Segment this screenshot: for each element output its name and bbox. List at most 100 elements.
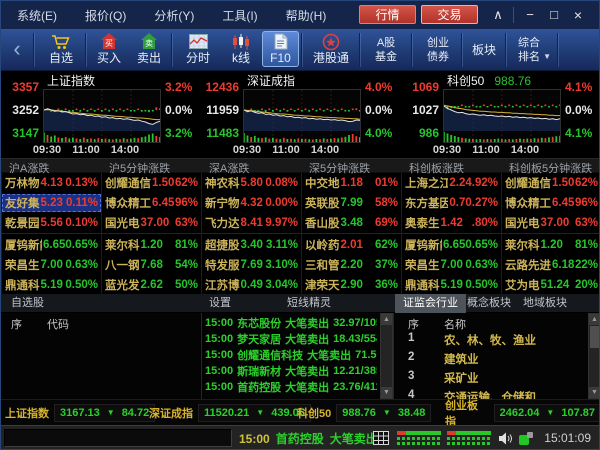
stock-row[interactable]: 奥泰生1.42.80% xyxy=(402,214,501,232)
toolbar-item-hk-connect[interactable]: 港股通 xyxy=(305,32,357,66)
stock-row[interactable]: 中交地1.1801% xyxy=(302,174,401,192)
stock-row[interactable]: 江苏博0.493.04% xyxy=(202,276,301,294)
stock-price: 37.00 xyxy=(541,217,570,229)
trade-button[interactable]: 交易 xyxy=(421,5,478,24)
scroll-up-icon[interactable]: ▲ xyxy=(589,314,600,325)
index-chart-group[interactable]: 上证指数3357325231473.2%0.0%3.2%09:3011:0014… xyxy=(1,71,201,158)
alert-row[interactable]: 15:00创耀通信科技大笔卖出71.50/345 xyxy=(205,347,377,363)
stock-row[interactable]: 厦钨新能6.650.65% xyxy=(402,236,501,254)
toolbar-item-buy[interactable]: 买 买入 xyxy=(89,32,129,66)
status-index-3[interactable]: 创业板指2462.04▼107.87 xyxy=(445,400,600,425)
maximize-icon[interactable]: □ xyxy=(543,4,565,26)
status-index-0[interactable]: 上证指数3167.13▼84.72 xyxy=(5,400,155,425)
index-chart-group[interactable]: 科创50988.76106910279864.1%0.0%4.1%09:3011… xyxy=(401,71,600,158)
toolbar-item-intraday[interactable]: 分时 xyxy=(177,32,219,66)
stock-row[interactable]: 飞力达8.419.97% xyxy=(202,214,301,232)
stock-row[interactable]: 云路先进6.1822% xyxy=(502,256,600,274)
stock-row[interactable]: 八一钢7.6854% xyxy=(102,256,201,274)
minimize-icon[interactable]: − xyxy=(519,4,541,26)
scrollbar[interactable]: ▲ ▼ xyxy=(380,313,393,399)
toolbar-item-astock-fund[interactable]: A股 基金 xyxy=(363,36,409,64)
stock-row[interactable]: 超捷股3.403.11% xyxy=(202,236,301,254)
stock-row[interactable]: 三和管2.2037% xyxy=(302,256,401,274)
scrollbar[interactable]: ▲ ▼ xyxy=(588,313,600,399)
toolbar-item-watchlist[interactable]: 自选 xyxy=(39,32,83,66)
stock-row[interactable]: 莱尔科1.2081% xyxy=(502,236,600,254)
stock-row[interactable]: 英联股7.9958% xyxy=(302,194,401,212)
menu-item-4[interactable]: 帮助(H) xyxy=(272,7,341,24)
stock-row[interactable]: 国光电37.0063% xyxy=(102,214,201,232)
tab-alerts[interactable]: 短线精灵 xyxy=(279,294,339,313)
menu-item-2[interactable]: 分析(Y) xyxy=(140,7,208,24)
stock-change: 62% xyxy=(375,239,398,251)
stock-row[interactable]: 博众精工6.4596% xyxy=(502,194,600,212)
stock-row[interactable]: 荣昌生7.000.63% xyxy=(402,256,501,274)
stock-row[interactable]: 创耀通信1.5062% xyxy=(102,174,201,192)
alert-row[interactable]: 15:00梦天家居大笔卖出18.43/554 xyxy=(205,331,377,347)
stock-row[interactable]: 乾景园5.560.10% xyxy=(2,214,101,232)
status-index-1[interactable]: 深证成指11520.21▼439.06 xyxy=(149,400,311,425)
stock-price: 1.20 xyxy=(141,239,163,251)
menu-item-0[interactable]: 系统(E) xyxy=(3,7,71,24)
stock-row[interactable]: 厦钨新能6.650.65% xyxy=(2,236,101,254)
stock-row[interactable]: 蓝光发2.6250% xyxy=(102,276,201,294)
scroll-down-icon[interactable]: ▼ xyxy=(381,387,392,398)
stock-row[interactable]: 特发服7.693.10% xyxy=(202,256,301,274)
stock-row[interactable]: 鼎通科5.190.50% xyxy=(402,276,501,294)
stock-row[interactable]: 万林物4.130.13% xyxy=(2,174,101,192)
tab-settings[interactable]: 设置 xyxy=(201,294,239,313)
scrollbar-thumb[interactable] xyxy=(590,326,599,348)
toolbar-item-chinext-bond[interactable]: 创业 债券 xyxy=(415,36,461,64)
pct-axis-label: 0.0% xyxy=(165,103,199,117)
toolbar-item-f10[interactable]: F10 xyxy=(262,31,299,67)
alert-row[interactable]: 15:00斯瑞新材大笔卖出12.21/385 xyxy=(205,363,377,379)
index-chart-group[interactable]: 深证成指1243611959114834.0%0.0%4.0%09:3011:0… xyxy=(201,71,401,158)
meter-red-segment xyxy=(447,431,456,435)
toolbar-label-line1: A股 xyxy=(363,36,409,50)
alert-row[interactable]: 15:00首药控股大笔卖出23.76/411 xyxy=(205,379,377,395)
tab-industry[interactable]: 证监会行业 xyxy=(395,294,466,313)
close-icon[interactable]: × xyxy=(567,4,589,26)
tab-watchlist[interactable]: 自选股 xyxy=(3,294,52,313)
back-icon[interactable]: ‹ xyxy=(5,37,29,63)
stock-row[interactable]: 荣昌生7.000.63% xyxy=(2,256,101,274)
industry-row[interactable]: 3采矿业 xyxy=(394,370,574,388)
stock-row[interactable]: 艾为电51.2420% xyxy=(502,276,600,294)
toolbar-item-rankings[interactable]: 综合 排名 ▼ xyxy=(509,36,549,64)
stock-row[interactable]: 香山股3.4869% xyxy=(302,214,401,232)
collapse-icon[interactable]: ∧ xyxy=(487,4,509,26)
toolbar-item-kline[interactable]: k线 xyxy=(221,32,261,66)
stock-row[interactable]: 以岭药2.0162% xyxy=(302,236,401,254)
alert-row[interactable]: 15:00东芯股份大笔卖出32.97/1050 xyxy=(205,315,377,331)
y-axis-label: 1069 xyxy=(401,80,439,94)
stock-row[interactable]: 新宁物4.320.00% xyxy=(202,194,301,212)
tab-concept[interactable]: 概念板块 xyxy=(459,294,519,313)
stock-row[interactable]: 莱尔科1.2081% xyxy=(102,236,201,254)
command-input[interactable] xyxy=(4,429,232,447)
alert-action: 大笔卖出 xyxy=(285,315,329,331)
toolbar-item-sectors[interactable]: 板块 xyxy=(463,43,505,58)
stock-row[interactable]: 友好集5.230.11% xyxy=(2,194,101,212)
scroll-up-icon[interactable]: ▲ xyxy=(381,314,392,325)
industry-row[interactable]: 1农、林、牧、渔业 xyxy=(394,332,574,350)
stock-row[interactable]: 国光电37.0063% xyxy=(502,214,600,232)
keyboard-grid-icon[interactable] xyxy=(373,431,389,450)
stock-row[interactable]: 鼎通科5.190.50% xyxy=(2,276,101,294)
industry-row[interactable]: 2建筑业 xyxy=(394,351,574,369)
stock-row[interactable]: 东方基因0.70.27% xyxy=(402,194,501,212)
speaker-icon[interactable] xyxy=(499,432,513,450)
stock-row[interactable]: 津荣天2.9036% xyxy=(302,276,401,294)
down-triangle-icon: ▼ xyxy=(256,408,264,417)
menu-item-1[interactable]: 报价(Q) xyxy=(71,7,140,24)
stock-row[interactable]: 上海之江2.24.92% xyxy=(402,174,501,192)
stock-row[interactable]: 博众精工6.4596% xyxy=(102,194,201,212)
stock-row[interactable]: 神农科5.800.08% xyxy=(202,174,301,192)
scroll-down-icon[interactable]: ▼ xyxy=(589,387,600,398)
stock-row[interactable]: 创耀通信1.5062% xyxy=(502,174,600,192)
status-index-2[interactable]: 科创50988.76▼38.48 xyxy=(297,400,431,425)
menu-item-3[interactable]: 工具(I) xyxy=(208,7,271,24)
toolbar-item-sell[interactable]: 卖 卖出 xyxy=(129,32,169,66)
tab-region[interactable]: 地域板块 xyxy=(515,294,575,313)
quote-button[interactable]: 行情 xyxy=(359,5,416,24)
stock-change: 3.04% xyxy=(265,279,298,291)
